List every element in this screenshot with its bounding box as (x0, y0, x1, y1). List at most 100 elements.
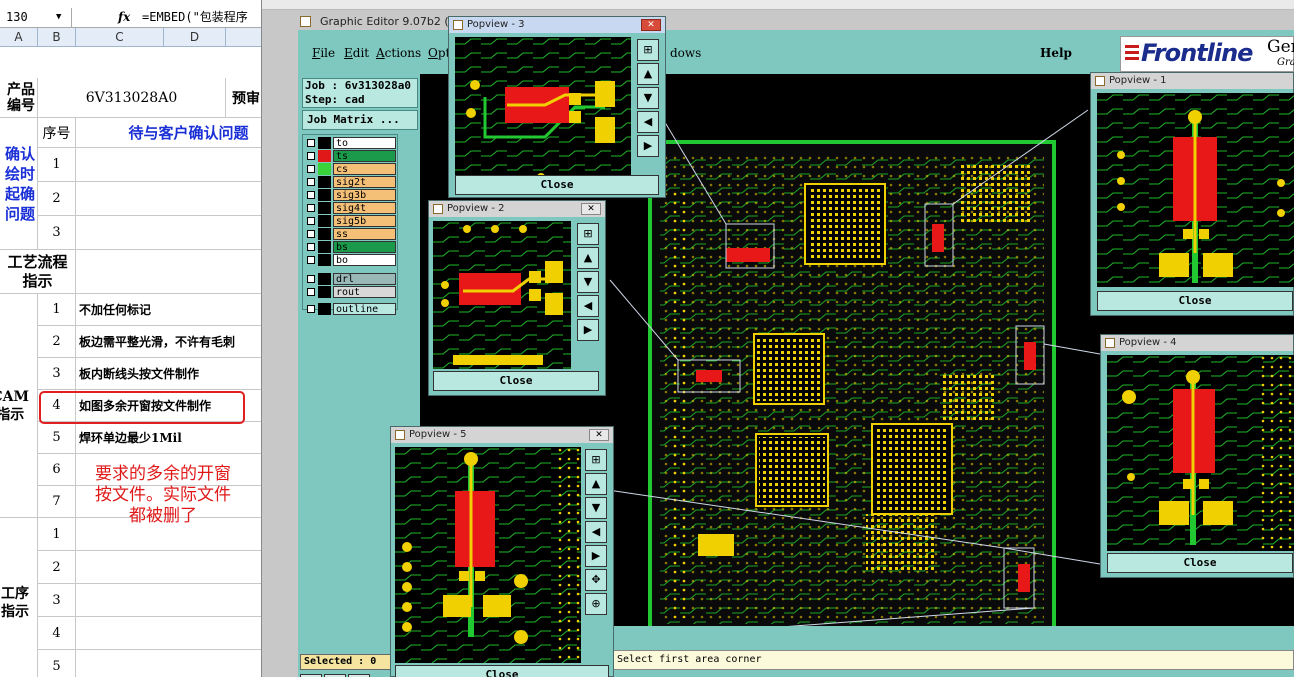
col-header-e[interactable] (226, 28, 261, 47)
layer-color-swatch[interactable] (318, 286, 331, 298)
pan-left-icon[interactable]: ◀ (585, 521, 607, 543)
zoom-in-icon[interactable]: ⊞ (585, 449, 607, 471)
layer-row-outline[interactable]: outline (305, 303, 397, 315)
layer-color-swatch[interactable] (318, 228, 331, 240)
cam-row-text[interactable]: 焊环单边最少1Mil (76, 422, 261, 454)
pan-down-icon[interactable]: ▼ (637, 87, 659, 109)
popview-canvas[interactable] (455, 37, 631, 187)
function-icon[interactable]: fx (118, 8, 130, 27)
layer-name[interactable]: sig3b (333, 189, 396, 201)
layer-color-swatch[interactable] (318, 163, 331, 175)
proc-row-cell[interactable] (76, 584, 261, 617)
close-button[interactable]: Close (1107, 553, 1293, 573)
proc-row-cell[interactable] (76, 617, 261, 650)
popview-5[interactable]: Popview - 5 ✕ ⊞ ▲ ▼ ◀ ▶ ✥ ⊕ Close (390, 426, 614, 677)
menu-options[interactable]: Opt (428, 46, 450, 60)
col-header-a[interactable]: A (0, 28, 38, 47)
confirm-row-3[interactable]: 3 (38, 216, 76, 250)
layer-name[interactable]: to (333, 137, 396, 149)
close-button[interactable]: Close (455, 175, 659, 195)
confirm-cell-3[interactable] (76, 216, 261, 250)
close-button[interactable]: Close (1097, 291, 1293, 311)
popview-3[interactable]: Popview - 3 ✕ ⊞ ▲ ▼ ◀ ▶ Close (448, 16, 666, 198)
cam-row-text[interactable]: 板边需平整光滑，不许有毛刺 (76, 326, 261, 358)
cam-row-text[interactable]: 板内断线头按文件制作 (76, 358, 261, 390)
layer-row-ts[interactable]: ts (305, 150, 397, 162)
col-header-d[interactable]: D (164, 28, 226, 47)
proc-row-cell[interactable] (76, 650, 261, 677)
layer-color-swatch[interactable] (318, 150, 331, 162)
layer-row-cs[interactable]: cs (305, 163, 397, 175)
layer-checkbox[interactable] (307, 152, 315, 160)
proc-row-num[interactable]: 5 (38, 650, 76, 677)
proc-row-num[interactable]: 4 (38, 617, 76, 650)
chevron-down-icon[interactable]: ▼ (56, 8, 61, 27)
layer-checkbox[interactable] (307, 305, 315, 313)
layer-name[interactable]: bs (333, 241, 396, 253)
pan-right-icon[interactable]: ▶ (577, 319, 599, 341)
layer-row-sig4t[interactable]: sig4t (305, 202, 397, 214)
confirm-row-1[interactable]: 1 (38, 148, 76, 182)
menu-edit[interactable]: Edit (344, 46, 369, 60)
layer-color-swatch[interactable] (318, 241, 331, 253)
close-icon[interactable]: ✕ (581, 203, 601, 215)
popview-title[interactable]: Popview - 1 (1091, 73, 1293, 89)
popview-canvas[interactable] (1107, 355, 1294, 551)
pan-right-icon[interactable]: ▶ (637, 135, 659, 157)
layer-name[interactable]: drl (333, 273, 396, 285)
layer-name[interactable]: ss (333, 228, 396, 240)
process-cell[interactable] (76, 250, 261, 294)
close-icon[interactable]: ✕ (589, 429, 609, 441)
layer-row-sig2t[interactable]: sig2t (305, 176, 397, 188)
zoom-in-icon[interactable]: ⊞ (577, 223, 599, 245)
pan-down-icon[interactable]: ▼ (577, 271, 599, 293)
layer-checkbox[interactable] (307, 139, 315, 147)
layer-checkbox[interactable] (307, 256, 315, 264)
menu-actions[interactable]: Actions (376, 46, 421, 60)
col-header-c[interactable]: C (76, 28, 164, 47)
cam-row-num[interactable]: 1 (38, 294, 76, 326)
layer-color-swatch[interactable] (318, 176, 331, 188)
pan-up-icon[interactable]: ▲ (577, 247, 599, 269)
popview-4[interactable]: Popview - 4 Close (1100, 334, 1294, 578)
confirm-cell-1[interactable] (76, 148, 261, 182)
popview-1[interactable]: Popview - 1 Close (1090, 72, 1294, 316)
pan-up-icon[interactable]: ▲ (637, 63, 659, 85)
layer-color-swatch[interactable] (318, 202, 331, 214)
popview-canvas[interactable] (395, 447, 581, 663)
proc-row-num[interactable]: 2 (38, 551, 76, 584)
menu-help[interactable]: Help (1040, 46, 1072, 60)
layer-row-drl[interactable]: drl (305, 273, 397, 285)
pan-up-icon[interactable]: ▲ (585, 473, 607, 495)
layer-name[interactable]: sig5b (333, 215, 396, 227)
popview-canvas[interactable] (433, 221, 571, 369)
product-code[interactable]: 6V313028A0 (38, 78, 226, 118)
cam-row-num[interactable]: 2 (38, 326, 76, 358)
proc-row-num[interactable]: 3 (38, 584, 76, 617)
popview-title[interactable]: Popview - 4 (1101, 335, 1293, 351)
layer-name[interactable]: bo (333, 254, 396, 266)
pan-down-icon[interactable]: ▼ (585, 497, 607, 519)
layer-checkbox[interactable] (307, 230, 315, 238)
layer-checkbox[interactable] (307, 204, 315, 212)
layer-color-swatch[interactable] (318, 215, 331, 227)
close-button[interactable]: Close (433, 371, 599, 391)
col-header-b[interactable]: B (38, 28, 76, 47)
layer-checkbox[interactable] (307, 217, 315, 225)
formula-text[interactable]: =EMBED("包装程序 (142, 8, 248, 27)
layer-row-bs[interactable]: bs (305, 241, 397, 253)
layer-color-swatch[interactable] (318, 273, 331, 285)
layer-name[interactable]: outline (333, 303, 396, 315)
close-icon[interactable]: ✕ (641, 19, 661, 31)
layer-checkbox[interactable] (307, 243, 315, 251)
layer-checkbox[interactable] (307, 275, 315, 283)
layer-color-swatch[interactable] (318, 303, 331, 315)
layer-color-swatch[interactable] (318, 254, 331, 266)
confirm-cell-2[interactable] (76, 182, 261, 216)
layer-color-swatch[interactable] (318, 137, 331, 149)
close-button[interactable]: Close (395, 665, 609, 677)
layer-row-bo[interactable]: bo (305, 254, 397, 266)
layer-row-sig5b[interactable]: sig5b (305, 215, 397, 227)
fit-view-icon[interactable]: ✥ (585, 569, 607, 591)
popview-title[interactable]: Popview - 5 (391, 427, 613, 443)
